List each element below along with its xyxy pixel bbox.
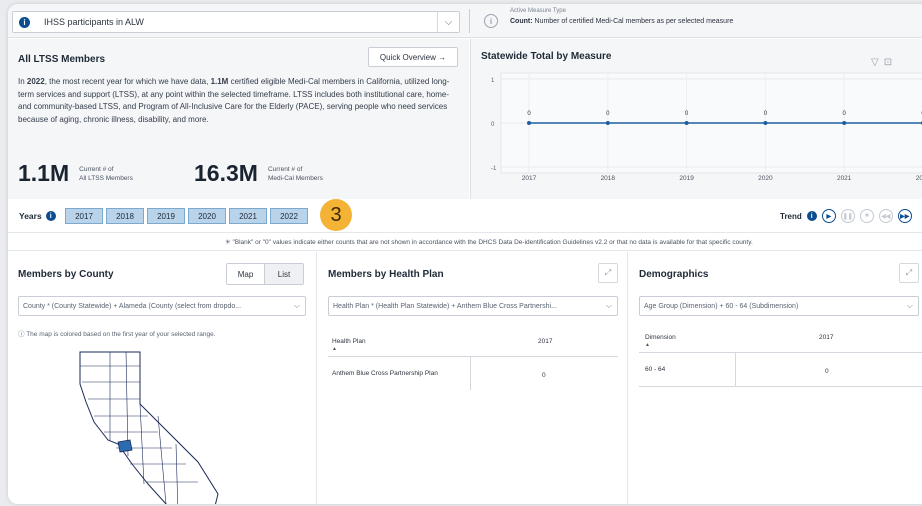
expand-icon[interactable]: ⤢: [598, 263, 618, 283]
row-label: 60 - 64: [645, 366, 666, 373]
divider: [639, 352, 922, 353]
stat-value: 16.3M: [194, 160, 258, 186]
column-header-year[interactable]: 2017: [819, 334, 833, 341]
quick-overview-button[interactable]: Quick Overview →: [368, 47, 458, 67]
divider: [469, 9, 470, 33]
data-point: [605, 121, 610, 125]
row-label: Anthem Blue Cross Partnership Plan: [332, 370, 438, 377]
info-icon[interactable]: i: [19, 16, 30, 28]
chevron-down-icon: ⌵: [605, 301, 612, 310]
demographics-dropdown[interactable]: Age Group (Dimension) + 60 - 64 (Subdime…: [639, 296, 919, 316]
row-value: 0: [542, 372, 546, 379]
health-plan-panel-title: Members by Health Plan: [328, 269, 444, 280]
stat-label: Current # of Medi-Cal Members: [267, 166, 323, 182]
info-icon[interactable]: i: [806, 211, 817, 221]
health-plan-dropdown[interactable]: Health Plan * (Health Plan Statewide) + …: [328, 296, 618, 316]
year-buttons: 2017 2018 2019 2020 2021 2022: [65, 208, 308, 224]
data-point: [763, 121, 768, 125]
info-icon[interactable]: i: [45, 211, 56, 221]
stat-value: 1.1M: [18, 160, 70, 186]
step-badge: 3: [320, 199, 352, 231]
statewide-line-chart: 10-1020170201802019020200202102022: [491, 72, 922, 182]
stop-icon[interactable]: ■: [859, 209, 874, 223]
y-tick-label: 0: [491, 122, 495, 128]
play-icon[interactable]: ▶: [821, 209, 836, 223]
chevron-down-icon: ⌵: [293, 301, 300, 310]
chevron-down-icon: ⌵: [906, 301, 913, 310]
info-icon[interactable]: i: [484, 14, 498, 28]
demographics-panel: Demographics ⤢ Age Group (Dimension) + 6…: [629, 252, 922, 504]
chevron-down-icon[interactable]: ⌵: [437, 12, 459, 32]
x-tick-label: 2017: [522, 175, 537, 182]
ltss-title: All LTSS Members: [18, 54, 106, 65]
sort-icon[interactable]: ▲: [332, 346, 337, 352]
data-point: [527, 121, 531, 125]
column-header-year[interactable]: 2017: [538, 338, 552, 345]
row-value: 0: [825, 368, 829, 375]
list-view-button[interactable]: List: [265, 264, 303, 284]
data-point: [842, 121, 847, 125]
y-tick-label: -1: [491, 166, 497, 172]
column-header[interactable]: Dimension: [645, 334, 676, 341]
year-button-2020[interactable]: 2020: [188, 208, 226, 224]
year-button-2019[interactable]: 2019: [147, 208, 185, 224]
divider: [470, 356, 471, 390]
california-county-map[interactable]: [48, 344, 268, 504]
health-plan-table: Health Plan ▲ 2017 Anthem Blue Cross Par…: [328, 332, 618, 412]
year-button-2022[interactable]: 2022: [270, 208, 308, 224]
x-tick-label: 2019: [679, 175, 694, 182]
members-by-health-plan-panel: Members by Health Plan ⤢ Health Plan * (…: [318, 252, 628, 504]
trend-label: Trend: [780, 211, 802, 221]
members-by-county-panel: Members by County Map List County * (Cou…: [8, 252, 317, 504]
ltss-description: In 2022, the most recent year for which …: [18, 77, 450, 124]
column-header[interactable]: Health Plan: [332, 338, 366, 345]
pause-icon[interactable]: ❚❚: [840, 209, 855, 223]
map-view-button[interactable]: Map: [227, 264, 265, 284]
rewind-icon[interactable]: ◀◀: [878, 209, 893, 223]
dashboard-frame: i IHSS participants in ALW ⌵ i Active Me…: [8, 4, 922, 504]
data-point: [684, 121, 689, 125]
divider: [328, 356, 618, 357]
x-tick-label: 2020: [758, 175, 773, 182]
health-plan-dropdown-value: Health Plan * (Health Plan Statewide) + …: [333, 302, 557, 310]
year-button-2018[interactable]: 2018: [106, 208, 144, 224]
ltss-summary-panel: All LTSS Members Quick Overview → In 202…: [8, 39, 469, 199]
demographics-dropdown-value: Age Group (Dimension) + 60 - 64 (Subdime…: [644, 302, 799, 310]
x-tick-label: 2021: [837, 175, 852, 182]
sort-icon[interactable]: ▲: [645, 342, 650, 348]
demographics-table: Dimension ▲ 2017 60 - 64 0: [639, 328, 922, 408]
trend-controls: Trend i ▶ ❚❚ ■ ◀◀ ▶▶: [780, 209, 912, 223]
measure-dropdown[interactable]: i IHSS participants in ALW ⌵: [12, 11, 460, 33]
year-button-2017[interactable]: 2017: [65, 208, 103, 224]
demographics-panel-title: Demographics: [639, 269, 709, 280]
active-measure-info: i Active Measure Type Count: Number of c…: [484, 8, 733, 28]
medical-members-stat: 16.3M Current # of Medi-Cal Members: [194, 161, 323, 185]
map-note: ⓘ The map is colored based on the first …: [18, 331, 216, 338]
divider: [735, 352, 736, 386]
active-measure-description: Count: Number of certified Medi-Cal memb…: [510, 18, 734, 25]
statewide-chart-panel: Statewide Total by Measure ▽ ⊡ 1 0 -1 0 2017…: [470, 39, 922, 199]
stat-label: Current # of All LTSS Members: [79, 166, 133, 182]
y-tick-label: 1: [491, 78, 495, 84]
county-panel-title: Members by County: [18, 269, 114, 280]
year-button-2021[interactable]: 2021: [229, 208, 267, 224]
ltss-members-stat: 1.1M Current # of All LTSS Members: [18, 161, 133, 185]
data-notice: ✳ "Blank" or "0" values indicate either …: [8, 234, 922, 251]
years-label: Years i: [19, 211, 56, 221]
view-toggle: Map List: [226, 263, 304, 285]
fast-forward-icon[interactable]: ▶▶: [897, 209, 912, 223]
active-measure-label: Active Measure Type: [510, 8, 566, 14]
county-dropdown[interactable]: County * (County Statewide) + Alameda (C…: [18, 296, 306, 316]
x-tick-label: 2018: [601, 175, 616, 182]
divider: [639, 386, 922, 387]
years-selector-bar: Years i 2017 2018 2019 2020 2021 2022 3 Trend …: [8, 199, 922, 233]
filter-bar: i IHSS participants in ALW ⌵ i Active Me…: [8, 4, 922, 38]
x-tick-label: 2022: [916, 175, 922, 182]
county-dropdown-value: County * (County Statewide) + Alameda (C…: [23, 302, 242, 310]
expand-icon[interactable]: ⤢: [899, 263, 919, 283]
measure-selected-value: IHSS participants in ALW: [44, 17, 144, 27]
